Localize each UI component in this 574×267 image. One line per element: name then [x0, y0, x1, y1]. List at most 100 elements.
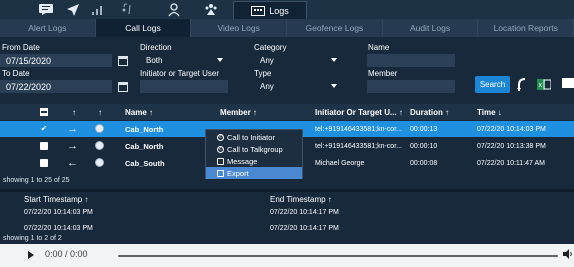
menu-item-label: Call to Talkgroup — [227, 144, 283, 154]
row-duration: 00:00:13 — [410, 125, 438, 133]
tab-location-reports[interactable]: Location Reports — [478, 19, 574, 37]
row-time: 07/22/20 10:13:38 PM — [477, 142, 546, 150]
pagination-summary: showing 1 to 2 of 2 — [3, 235, 62, 242]
chevron-down-icon — [217, 58, 223, 62]
category-select[interactable]: Any — [254, 54, 342, 67]
signal-icon[interactable] — [86, 1, 108, 18]
time-column-header[interactable]: Time ↓ — [477, 104, 502, 120]
download-icon[interactable] — [517, 78, 529, 92]
type-value: Any — [260, 82, 274, 91]
row-name: Cab_North — [125, 124, 164, 134]
tab-geofence-logs[interactable]: Geofence Logs — [287, 19, 383, 37]
outgoing-arrow-icon: → — [67, 123, 78, 135]
calendar-icon[interactable] — [118, 56, 128, 66]
from-date-field[interactable]: 07/15/2020 — [0, 54, 112, 67]
category-label: Category — [254, 43, 287, 52]
row-time: 07/22/20 10:14:03 PM — [477, 125, 546, 133]
user-pin-icon[interactable] — [116, 1, 138, 18]
avatar-icon — [95, 141, 104, 150]
member-column-header[interactable]: Member ↑ — [220, 104, 257, 120]
chevron-down-icon — [331, 58, 337, 62]
from-date-label: From Date — [2, 43, 40, 52]
initiator-input[interactable] — [140, 80, 228, 93]
phone-circle-icon: ✆ — [217, 145, 224, 153]
start-timestamp-header[interactable]: Start Timestamp ↑ — [24, 192, 88, 206]
user-pin-icon[interactable] — [163, 1, 185, 18]
menu-item-label: Message — [227, 156, 258, 166]
call-logs-app: Logs Alert Logs Call Logs Video Logs Geo… — [0, 0, 574, 267]
menu-item-call-talkgroup[interactable]: ✆ Call to Talkgroup — [206, 143, 302, 155]
svg-text:x: x — [539, 82, 543, 89]
row-initiator: Michael George — [315, 159, 365, 167]
direction-sort-header[interactable]: ↑ — [72, 104, 76, 120]
row-start-timestamp: 07/22/20 10:14:03 PM — [24, 209, 93, 216]
avatar-icon — [95, 158, 104, 167]
row-name: Cab_South — [125, 158, 165, 168]
phone-circle-icon: ✆ — [217, 133, 224, 141]
row-checkbox[interactable]: ✔ — [40, 125, 48, 133]
row-initiator: tel:+919146433581;kn-cor... — [315, 142, 402, 150]
main-toolbar: Logs — [0, 0, 574, 19]
direction-label: Direction — [140, 43, 172, 52]
row-name: Cab_North — [125, 141, 164, 151]
volume-icon[interactable] — [563, 248, 573, 260]
calendar-icon[interactable] — [118, 82, 128, 92]
name-column-header[interactable]: Name ↑ — [125, 104, 153, 120]
end-timestamp-header[interactable]: End Timestamp ↑ — [270, 192, 332, 206]
playback-time: 0:00 / 0:00 — [45, 249, 88, 259]
state-sort-header[interactable]: ↑ — [98, 104, 102, 120]
location-arrow-icon[interactable] — [62, 1, 84, 18]
pagination-summary: showing 1 to 25 of 25 — [3, 177, 70, 184]
name-label: Name — [368, 43, 390, 52]
row-initiator: tel:+919146433581;kn-cor... — [315, 125, 402, 133]
direction-value: Both — [146, 56, 163, 65]
initiator-column-header[interactable]: Initiator Or Target U... ↑ — [315, 104, 403, 120]
to-date-field[interactable]: 07/22/2020 — [0, 80, 112, 93]
direction-select[interactable]: Both — [140, 54, 228, 67]
excel-export-icon[interactable]: x — [537, 78, 551, 91]
tab-call-logs[interactable]: Call Logs — [95, 19, 192, 37]
play-icon[interactable] — [28, 251, 34, 259]
playback-progress[interactable] — [118, 255, 558, 257]
logs-tab-button[interactable]: Logs — [233, 1, 307, 19]
select-all-checkbox[interactable] — [40, 104, 48, 120]
row-time: 07/22/20 10:11:47 AM — [477, 159, 545, 167]
timestamps-table: Start Timestamp ↑ End Timestamp ↑ 07/22/… — [0, 189, 574, 244]
category-value: Any — [260, 56, 274, 65]
member-input[interactable] — [367, 80, 455, 93]
member-label: Member — [368, 69, 398, 78]
message-icon — [217, 157, 224, 165]
phone-icon — [251, 5, 266, 16]
type-label: Type — [254, 69, 272, 78]
tab-video-logs[interactable]: Video Logs — [191, 19, 288, 37]
menu-item-label: Export — [227, 168, 249, 178]
tab-audit-logs[interactable]: Audit Logs — [383, 19, 479, 37]
menu-item-label: Call to Initiator — [227, 132, 275, 142]
outgoing-arrow-icon: → — [67, 140, 78, 152]
group-icon[interactable] — [200, 1, 222, 18]
name-input[interactable] — [367, 54, 455, 67]
menu-item-message[interactable]: Message — [206, 155, 302, 167]
row-duration: 00:00:08 — [410, 159, 438, 167]
row-start-timestamp: 07/22/20 10:14:03 PM — [24, 225, 93, 232]
audio-player: 0:00 / 0:00 — [0, 244, 574, 267]
tab-alert-logs[interactable]: Alert Logs — [0, 19, 96, 37]
menu-item-export[interactable]: Export — [206, 167, 302, 179]
export-icon — [217, 169, 224, 177]
filter-panel: From Date 07/15/2020 To Date 07/22/2020 … — [0, 37, 574, 104]
menu-item-call-initiator[interactable]: ✆ Call to Initiator — [206, 131, 302, 143]
search-button[interactable]: Search — [475, 76, 510, 93]
row-checkbox[interactable] — [40, 159, 48, 167]
message-icon[interactable] — [35, 1, 57, 18]
row-end-timestamp: 07/22/20 10:14:17 PM — [270, 225, 339, 232]
avatar-icon — [95, 124, 104, 133]
print-icon[interactable] — [562, 78, 574, 88]
row-end-timestamp: 07/22/20 10:14:17 PM — [270, 209, 339, 216]
to-date-label: To Date — [2, 69, 30, 78]
type-select[interactable]: Any — [254, 80, 342, 93]
initiator-label: Initiator or Target User — [140, 69, 219, 78]
table-header: ↑ ↑ Name ↑ Member ↑ Initiator Or Target … — [0, 104, 574, 120]
row-checkbox[interactable] — [40, 142, 48, 150]
duration-column-header[interactable]: Duration ↑ — [410, 104, 449, 120]
logs-label: Logs — [269, 5, 289, 16]
